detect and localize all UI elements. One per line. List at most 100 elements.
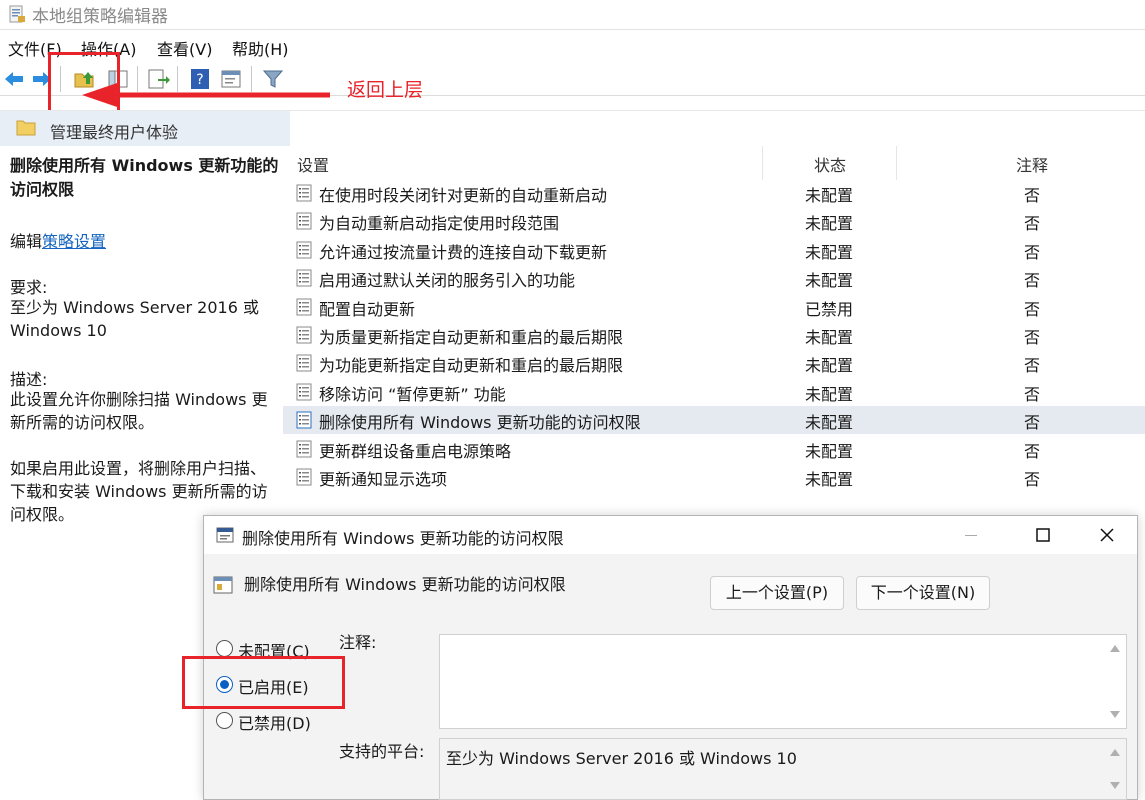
setting-state: 已禁用 <box>805 299 854 319</box>
setting-name: 启用通过默认关闭的服务引入的功能 <box>319 271 576 291</box>
supported-platform-box: 至少为 Windows Server 2016 或 Windows 10 <box>439 738 1127 800</box>
table-row[interactable]: 在使用时段关闭针对更新的自动重新启动 未配置 否 <box>283 179 1145 207</box>
close-icon[interactable] <box>1084 516 1130 554</box>
dialog-titlebar: 删除使用所有 Windows 更新功能的访问权限 <box>204 516 1137 554</box>
scroll-down-icon[interactable] <box>1110 711 1120 718</box>
setting-name: 移除访问 “暂停更新” 功能 <box>319 384 506 404</box>
policy-setting-icon <box>296 326 312 344</box>
setting-state: 未配置 <box>805 441 854 461</box>
menu-bar: 文件(F) 操作(A) 查看(V) 帮助(H) <box>0 32 1145 62</box>
radio-circle[interactable] <box>216 712 233 729</box>
radio-label: 已禁用(D) <box>238 714 311 733</box>
policy-setting-icon <box>213 576 233 594</box>
policy-setting-icon <box>296 212 312 230</box>
comment-label: 注释: <box>339 633 377 652</box>
edit-prefix: 编辑 <box>10 232 43 251</box>
annotation-arrow-icon <box>82 82 330 108</box>
policy-setting-icon <box>296 354 312 372</box>
radio-circle[interactable] <box>216 640 233 657</box>
setting-name: 为自动重新启动指定使用时段范围 <box>319 214 560 234</box>
next-setting-button[interactable]: 下一个设置(N) <box>856 576 990 610</box>
scroll-up-icon[interactable] <box>1110 749 1120 756</box>
edit-policy-link[interactable]: 策略设置 <box>42 232 106 251</box>
dialog-title: 删除使用所有 Windows 更新功能的访问权限 <box>242 529 564 548</box>
policy-setting-icon <box>296 411 312 429</box>
setting-comment: 否 <box>1024 328 1041 347</box>
edit-policy-line: 编辑策略设置 <box>10 228 106 252</box>
setting-comment: 否 <box>1024 356 1041 376</box>
table-row[interactable]: 更新群组设备重启电源策略 未配置 否 <box>283 435 1145 463</box>
policy-setting-icon <box>296 468 312 486</box>
settings-list: 设置 状态 注释 在使用时段关闭针对更新的自动重新启动 未配置否为自动重新启动指定… <box>283 146 1145 506</box>
minimize-icon[interactable] <box>948 516 994 554</box>
setting-comment: 否 <box>1024 470 1041 489</box>
policy-title: 删除使用所有 Windows 更新功能的访问权限 <box>10 156 279 199</box>
supported-platform-value: 至少为 Windows Server 2016 或 Windows 10 <box>446 749 797 768</box>
description-label: 描述: <box>10 370 48 389</box>
setting-comment: 否 <box>1024 271 1041 291</box>
policy-icon <box>216 527 234 543</box>
description-text: 此设置允许你删除扫描 Windows 更新所需的访问权限。 <box>10 390 268 432</box>
setting-comment: 否 <box>1024 413 1041 433</box>
table-row[interactable]: 启用通过默认关闭的服务引入的功能 未配置 否 <box>283 264 1145 292</box>
setting-state: 未配置 <box>805 214 854 234</box>
setting-name: 配置自动更新 <box>319 299 416 319</box>
policy-setting-icon <box>296 241 312 259</box>
previous-setting-button[interactable]: 上一个设置(P) <box>710 576 844 610</box>
setting-comment: 否 <box>1024 214 1041 234</box>
group-policy-app-icon <box>9 5 25 23</box>
setting-state: 未配置 <box>805 186 854 205</box>
window-titlebar: 本地组策略编辑器 <box>0 0 1145 30</box>
setting-name: 为质量更新指定自动更新和重启的最后期限 <box>319 328 624 347</box>
table-row[interactable]: 移除访问 “暂停更新” 功能 未配置 否 <box>283 378 1145 406</box>
comment-textarea[interactable] <box>439 634 1127 729</box>
column-divider[interactable] <box>762 146 763 180</box>
policy-setting-icon <box>296 269 312 287</box>
column-header-state[interactable]: 状态 <box>814 152 846 176</box>
setting-comment: 否 <box>1024 384 1041 404</box>
setting-comment: 否 <box>1024 299 1041 319</box>
policy-setting-icon <box>296 383 312 401</box>
breadcrumb: 管理最终用户体验 <box>0 110 1145 147</box>
breadcrumb-label: 管理最终用户体验 <box>50 123 179 142</box>
setting-name: 删除使用所有 Windows 更新功能的访问权限 <box>319 413 641 433</box>
column-header-setting[interactable]: 设置 <box>297 152 329 176</box>
policy-setting-icon <box>296 184 312 202</box>
requirements-text: 至少为 Windows Server 2016 或 Windows 10 <box>10 298 259 340</box>
table-row[interactable]: 为功能更新指定自动更新和重启的最后期限 未配置 否 <box>283 349 1145 377</box>
table-row[interactable]: 允许通过按流量计费的连接自动下载更新 未配置 否 <box>283 236 1145 264</box>
back-arrow-icon[interactable] <box>2 67 26 91</box>
column-divider[interactable] <box>896 146 897 180</box>
setting-state: 未配置 <box>805 328 854 347</box>
setting-comment: 否 <box>1024 441 1041 461</box>
setting-name: 允许通过按流量计费的连接自动下载更新 <box>319 242 608 262</box>
policy-setting-icon <box>296 298 312 316</box>
table-row[interactable]: 为自动重新启动指定使用时段范围 未配置 否 <box>283 207 1145 235</box>
menu-help[interactable]: 帮助(H) <box>232 36 289 60</box>
column-header-comment[interactable]: 注释 <box>1016 152 1048 176</box>
dialog-heading: 删除使用所有 Windows 更新功能的访问权限 <box>244 575 566 594</box>
scroll-up-icon[interactable] <box>1110 645 1120 652</box>
window-title: 本地组策略编辑器 <box>32 7 168 27</box>
setting-name: 更新通知显示选项 <box>319 470 448 489</box>
setting-state: 未配置 <box>805 470 854 489</box>
setting-comment: 否 <box>1024 186 1041 205</box>
table-row[interactable]: 配置自动更新 已禁用 否 <box>283 293 1145 321</box>
table-row[interactable]: 更新通知显示选项 未配置 否 <box>283 463 1145 491</box>
setting-state: 未配置 <box>805 413 854 433</box>
menu-view[interactable]: 查看(V) <box>157 36 212 60</box>
requirements-label: 要求: <box>10 278 48 297</box>
table-row[interactable]: 为质量更新指定自动更新和重启的最后期限 未配置 否 <box>283 321 1145 349</box>
setting-name: 更新群组设备重启电源策略 <box>319 441 512 461</box>
setting-state: 未配置 <box>805 242 854 262</box>
setting-state: 未配置 <box>805 356 854 376</box>
table-row[interactable]: 删除使用所有 Windows 更新功能的访问权限 未配置 否 <box>283 406 1145 435</box>
supported-platform-label: 支持的平台: <box>339 742 425 761</box>
policy-setting-dialog: 删除使用所有 Windows 更新功能的访问权限 删除使用所有 Windows … <box>182 515 1138 800</box>
highlight-enabled-box <box>182 656 345 709</box>
scroll-down-icon[interactable] <box>1110 782 1120 789</box>
setting-state: 未配置 <box>805 384 854 404</box>
setting-name: 在使用时段关闭针对更新的自动重新启动 <box>319 186 608 205</box>
maximize-icon[interactable] <box>1020 516 1066 554</box>
setting-comment: 否 <box>1024 242 1041 262</box>
